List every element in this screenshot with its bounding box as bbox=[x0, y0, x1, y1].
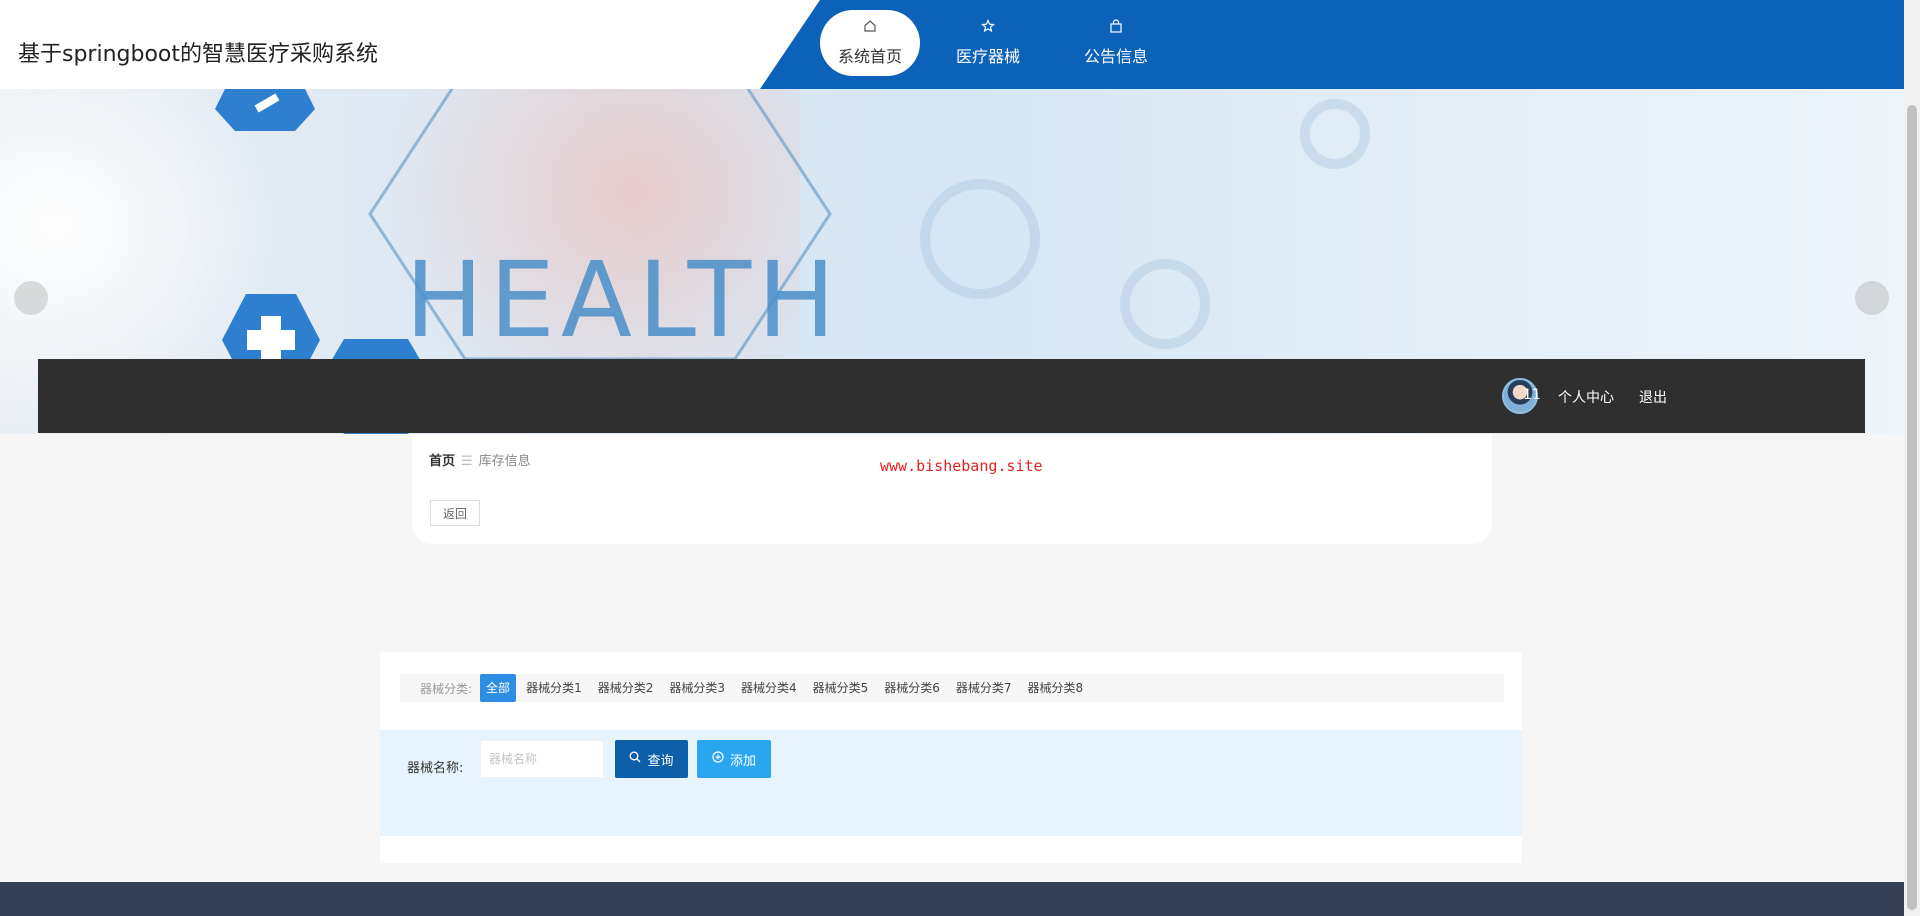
carousel-next-arrow[interactable] bbox=[1855, 281, 1889, 315]
nav-item-medical-devices-label: 医疗器械 bbox=[955, 47, 1020, 66]
content-bottom-strip bbox=[380, 855, 1522, 863]
category-item[interactable]: 器械分类2 bbox=[592, 674, 660, 702]
breadcrumb: 首页 ☰ 库存信息 bbox=[429, 450, 531, 469]
nav-item-medical-devices[interactable]: 医疗器械 bbox=[938, 10, 1038, 76]
filter-panel: 器械分类: 全部 器械分类1 器械分类2 器械分类3 器械分类4 器械分类5 器… bbox=[380, 652, 1522, 862]
category-item[interactable]: 器械分类1 bbox=[520, 674, 588, 702]
category-item[interactable]: 器械分类5 bbox=[807, 674, 875, 702]
nav-item-announcements-label: 公告信息 bbox=[1083, 47, 1148, 66]
category-all[interactable]: 全部 bbox=[480, 674, 517, 702]
search-area: 器械名称: 查询 添加 bbox=[380, 730, 1522, 836]
home-icon bbox=[863, 19, 877, 37]
category-item[interactable]: 器械分类8 bbox=[1022, 674, 1090, 702]
scrollbar-thumb[interactable] bbox=[1907, 105, 1917, 910]
banner-health-text: HEALTH bbox=[405, 239, 842, 361]
breadcrumb-home[interactable]: 首页 bbox=[429, 454, 455, 469]
category-item[interactable]: 器械分类7 bbox=[950, 674, 1018, 702]
device-name-label: 器械名称: bbox=[407, 761, 464, 776]
username: 11 bbox=[1523, 387, 1541, 403]
watermark-url: www.bishebang.site bbox=[880, 457, 1043, 475]
banner-molecule bbox=[1300, 99, 1370, 169]
logout-link[interactable]: 退出 bbox=[1639, 387, 1667, 407]
back-button[interactable]: 返回 bbox=[430, 500, 480, 526]
add-button[interactable]: 添加 bbox=[697, 740, 771, 778]
query-button[interactable]: 查询 bbox=[615, 740, 688, 778]
category-filter-row: 器械分类: 全部 器械分类1 器械分类2 器械分类3 器械分类4 器械分类5 器… bbox=[400, 674, 1504, 702]
nav-item-home-label: 系统首页 bbox=[837, 47, 902, 66]
bag-icon bbox=[1109, 19, 1123, 37]
carousel-prev-arrow[interactable] bbox=[14, 281, 48, 315]
banner-molecule bbox=[920, 179, 1040, 299]
footer bbox=[0, 882, 1904, 916]
breadcrumb-current: 库存信息 bbox=[478, 454, 531, 469]
breadcrumb-card: 首页 ☰ 库存信息 bbox=[412, 434, 1492, 544]
star-icon bbox=[981, 18, 995, 37]
add-button-label: 添加 bbox=[729, 753, 756, 769]
query-button-label: 查询 bbox=[647, 753, 674, 769]
banner-molecule bbox=[1120, 259, 1210, 349]
syringe-hex-icon bbox=[215, 89, 315, 131]
category-item[interactable]: 器械分类4 bbox=[735, 674, 803, 702]
category-item[interactable]: 器械分类6 bbox=[878, 674, 946, 702]
breadcrumb-separator-icon: ☰ bbox=[461, 454, 473, 469]
nav-item-announcements[interactable]: 公告信息 bbox=[1066, 10, 1166, 76]
header: 基于springboot的智慧医疗采购系统 系统首页 医疗器械 公告信息 bbox=[0, 0, 1904, 89]
nav-band bbox=[760, 0, 1904, 89]
category-label: 器械分类: bbox=[420, 681, 473, 696]
nav-item-home[interactable]: 系统首页 bbox=[820, 10, 920, 76]
device-name-input[interactable] bbox=[480, 740, 604, 778]
user-bar: 11 个人中心 退出 bbox=[38, 359, 1865, 433]
plus-circle-icon bbox=[712, 751, 724, 767]
search-icon bbox=[629, 751, 641, 767]
page-scrollbar[interactable] bbox=[1904, 0, 1920, 916]
site-title: 基于springboot的智慧医疗采购系统 bbox=[18, 42, 379, 67]
category-item[interactable]: 器械分类3 bbox=[663, 674, 731, 702]
profile-link[interactable]: 个人中心 bbox=[1558, 387, 1614, 407]
